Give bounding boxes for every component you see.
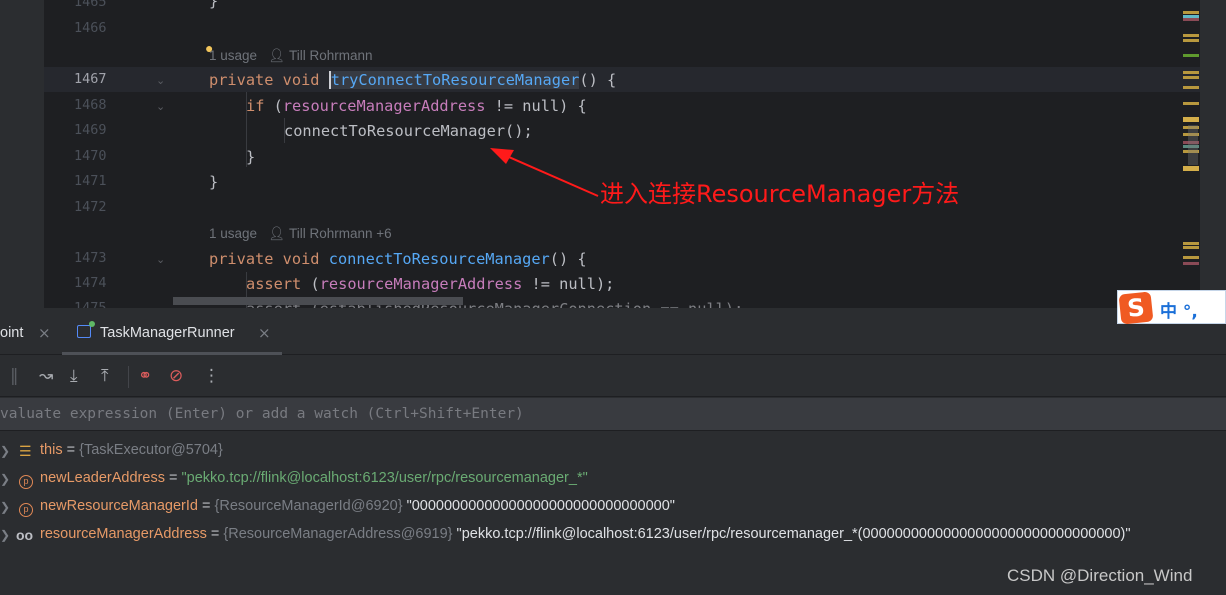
ime-toolbar[interactable]: S 中 °, <box>1117 290 1226 325</box>
code-line: connectToResourceManager(); <box>284 122 533 140</box>
line-number: 1471 <box>74 173 107 189</box>
expand-icon[interactable]: ❯ <box>0 444 10 458</box>
close-icon[interactable]: × <box>38 324 51 342</box>
line-number: 1475 <box>74 300 107 308</box>
expand-icon[interactable]: ❯ <box>0 500 10 514</box>
watch-icon: oo <box>16 527 34 543</box>
ime-mode[interactable]: 中 °, <box>1160 297 1198 322</box>
line-number: 1466 <box>74 20 107 36</box>
debug-toolbar: ‖ ↝ ⤓ ⤒ ⚭ ⊘ ⋮ <box>0 356 1226 397</box>
variable-row[interactable]: ❯ p newLeaderAddress = "pekko.tcp://flin… <box>0 470 1226 496</box>
close-icon[interactable]: × <box>258 324 271 342</box>
watermark: CSDN @Direction_Wind <box>1007 566 1193 585</box>
code-line: private void connectToResourceManager() … <box>209 250 587 268</box>
expand-icon[interactable]: ❯ <box>0 472 10 486</box>
line-number: 1465 <box>74 0 107 10</box>
code-line: assert (resourceManagerAddress != null); <box>246 275 615 293</box>
parameter-icon: p <box>19 471 33 489</box>
line-number: 1469 <box>74 122 107 138</box>
evaluate-placeholder: valuate expression (Enter) or add a watc… <box>0 406 524 422</box>
code-editor[interactable]: 1465 1466 1467 1468 1469 1470 1471 1472 … <box>44 0 1200 308</box>
code-line: } <box>209 173 219 191</box>
expand-icon[interactable]: ❯ <box>0 528 10 542</box>
annotation-text: 进入连接ResourceManager方法 <box>600 180 960 208</box>
sogou-logo: S <box>1118 291 1154 325</box>
code-line: if (resourceManagerAddress != null) { <box>246 97 587 115</box>
active-tab-indicator <box>62 352 282 355</box>
parameter-icon: p <box>19 499 33 517</box>
inlay-hint[interactable]: 1 usage 👤︎ Till Rohrmann +6 <box>209 226 392 242</box>
tab-breakpoint[interactable]: oint <box>0 325 23 341</box>
bulb-icon[interactable]: ● <box>205 40 213 56</box>
mute-breakpoints-icon[interactable]: ⊘ <box>169 366 183 386</box>
tab-taskmanagerrunner[interactable]: TaskManagerRunner <box>100 325 235 341</box>
annotation-arrow <box>490 148 599 197</box>
step-out-icon[interactable]: ⤒ <box>101 366 109 386</box>
variable-row[interactable]: ❯ p newResourceManagerId = {ResourceMana… <box>0 498 1226 524</box>
step-over-icon[interactable]: ↝ <box>39 366 53 386</box>
user-icon: 👤︎ <box>268 226 286 241</box>
inlay-hint[interactable]: ● 1 usage 👤︎ Till Rohrmann <box>205 40 373 64</box>
fold-icon[interactable]: ⌄ <box>156 74 165 87</box>
view-breakpoints-icon[interactable]: ⚭ <box>138 366 152 386</box>
variable-row[interactable]: ❯ ☰ this = {TaskExecutor@5704} <box>0 442 1226 468</box>
run-config-icon <box>77 321 95 338</box>
code-line: } <box>246 148 256 166</box>
tool-window-strip <box>0 0 44 308</box>
line-number: 1473 <box>74 250 107 266</box>
object-icon: ☰ <box>19 443 32 459</box>
step-into-icon[interactable]: ⤓ <box>70 366 78 386</box>
fold-icon[interactable]: ⌄ <box>156 253 165 266</box>
debug-panel: oint × TaskManagerRunner × ‖ ↝ ⤓ ⤒ ⚭ ⊘ ⋮… <box>0 308 1226 595</box>
pause-icon[interactable]: ‖ <box>10 366 19 386</box>
variable-row[interactable]: ❯ oo resourceManagerAddress = {ResourceM… <box>0 526 1226 552</box>
horizontal-scrollbar[interactable] <box>173 297 463 305</box>
more-icon[interactable]: ⋮ <box>203 366 220 386</box>
line-number: 1472 <box>74 199 107 215</box>
debug-tabs: oint × TaskManagerRunner × <box>0 308 1226 355</box>
code-line: } <box>209 0 219 10</box>
user-icon: 👤︎ <box>268 48 286 63</box>
fold-icon[interactable]: ⌄ <box>156 100 165 113</box>
code-line: private void tryConnectToResourceManager… <box>209 71 617 89</box>
line-number: 1474 <box>74 275 107 291</box>
line-number: 1470 <box>74 148 107 164</box>
line-number: 1468 <box>74 97 107 113</box>
line-number: 1467 <box>74 71 107 87</box>
evaluate-expression-input[interactable]: valuate expression (Enter) or add a watc… <box>0 398 1226 431</box>
vertical-scrollbar[interactable] <box>1200 0 1226 308</box>
